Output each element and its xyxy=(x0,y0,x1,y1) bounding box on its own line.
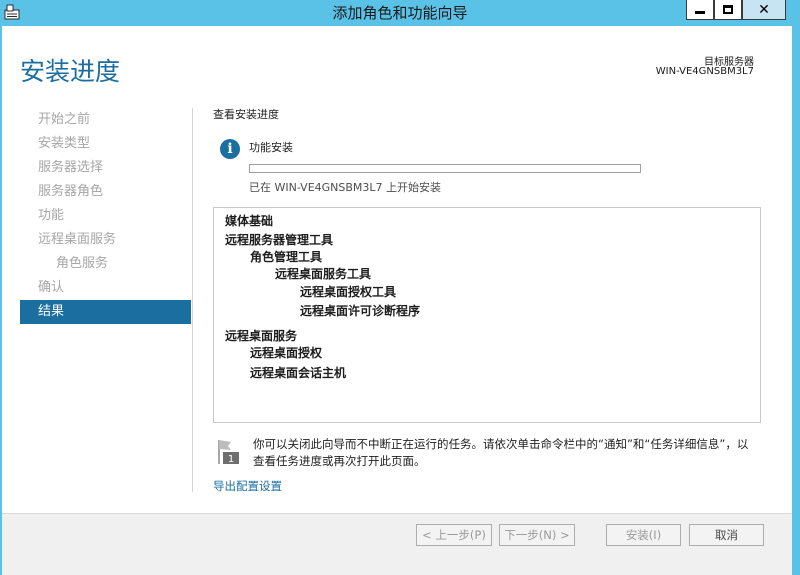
cancel-button[interactable]: 取消 xyxy=(689,524,764,546)
nav-item-installation-type: 安装类型 xyxy=(38,136,91,151)
installation-progress-bar xyxy=(249,164,641,173)
background-task-note: 你可以关闭此向导而不中断正在运行的任务。请依次单击命令栏中的“通知”和“任务详细… xyxy=(253,436,773,470)
nav-item-server-roles: 服务器角色 xyxy=(38,184,104,199)
nav-item-before-you-begin: 开始之前 xyxy=(38,112,91,127)
result-item: 远程桌面会话主机 xyxy=(250,366,347,380)
nav-item-role-services: 角色服务 xyxy=(56,256,109,271)
result-item: 媒体基础 xyxy=(225,214,274,228)
install-button[interactable]: 安装(I) xyxy=(606,524,681,546)
close-icon: ✕ xyxy=(758,1,770,18)
previous-button[interactable]: < 上一步(P) xyxy=(416,524,492,546)
section-title: 查看安装进度 xyxy=(213,108,279,121)
flag-notification-icon: 1 xyxy=(218,440,239,465)
nav-item-server-selection: 服务器选择 xyxy=(38,160,104,175)
minimize-icon xyxy=(695,11,705,14)
result-item: 远程桌面许可诊断程序 xyxy=(300,304,421,318)
maximize-icon xyxy=(723,5,733,14)
window-frame-left xyxy=(0,26,2,575)
result-item: 远程桌面服务工具 xyxy=(275,267,372,281)
maximize-button[interactable] xyxy=(714,0,742,20)
note-line-1: 你可以关闭此向导而不中断正在运行的任务。请依次单击命令栏中的“通知”和“任务详细… xyxy=(253,437,749,451)
wizard-nav: 开始之前 安装类型 服务器选择 服务器角色 功能 远程桌面服务 角色服务 确认 … xyxy=(20,108,191,324)
results-list: 媒体基础 远程服务器管理工具 角色管理工具 远程桌面服务工具 远程桌面授权工具 … xyxy=(213,207,761,423)
installation-status: 已在 WIN-VE4GNSBM3L7 上开始安装 xyxy=(249,181,442,194)
minimize-button[interactable] xyxy=(686,0,714,20)
page-title: 安装进度 xyxy=(20,57,121,86)
window-title: 添加角色和功能向导 xyxy=(332,4,468,22)
target-server-name: WIN-VE4GNSBM3L7 xyxy=(655,66,754,77)
result-item: 远程桌面授权工具 xyxy=(300,285,397,299)
next-button[interactable]: 下一步(N) > xyxy=(499,524,575,546)
result-item: 远程桌面服务 xyxy=(225,329,298,343)
result-item: 远程桌面授权 xyxy=(250,346,323,360)
nav-item-remote-desktop-services: 远程桌面服务 xyxy=(38,232,117,247)
info-icon: i xyxy=(220,139,240,159)
window-frame-right xyxy=(792,26,800,575)
feature-installation-label: 功能安装 xyxy=(249,141,293,154)
svg-text:1: 1 xyxy=(228,454,234,465)
nav-item-confirmation: 确认 xyxy=(38,280,65,295)
note-line-2: 查看任务进度或再次打开此页面。 xyxy=(253,454,426,468)
title-bar: 添加角色和功能向导 ✕ xyxy=(0,0,800,26)
nav-item-results[interactable]: 结果 xyxy=(20,300,191,324)
nav-item-features: 功能 xyxy=(38,208,65,223)
result-item: 角色管理工具 xyxy=(250,250,323,264)
export-configuration-link[interactable]: 导出配置设置 xyxy=(213,478,282,494)
nav-divider xyxy=(192,108,193,492)
result-item: 远程服务器管理工具 xyxy=(225,233,334,247)
close-button[interactable]: ✕ xyxy=(742,0,786,20)
